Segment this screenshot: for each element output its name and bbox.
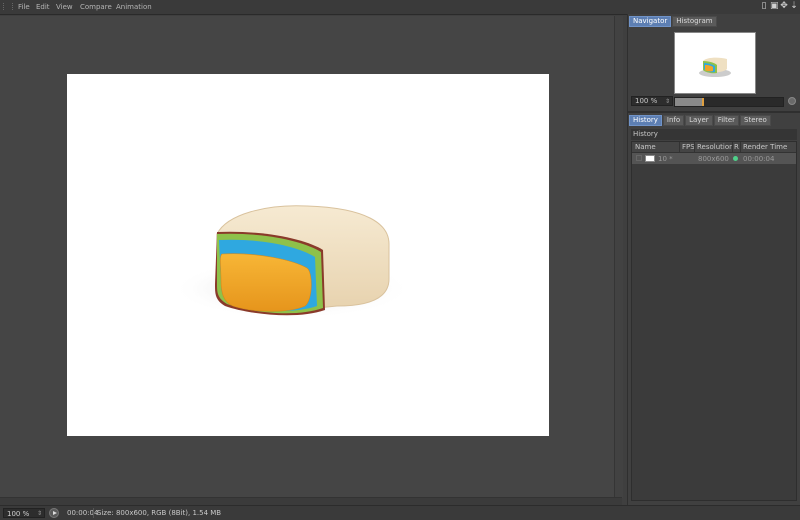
- column-fps[interactable]: FPS: [682, 143, 695, 151]
- move-icon[interactable]: ✥: [780, 1, 788, 12]
- tab-info[interactable]: Info: [662, 115, 685, 126]
- column-separator: [740, 142, 741, 152]
- navigator-zoom-slider[interactable]: [674, 97, 784, 107]
- top-icon-group: ▯ ▣ ✥ ⇣: [760, 1, 798, 13]
- status-bar: 100 % ⇕ 00:00:04 Size: 800x600, RGB (8Bi…: [0, 505, 800, 520]
- zoom-dropdown[interactable]: 100 % ⇕: [3, 508, 45, 518]
- history-list: Name FPS Resolution R Render Time 10 * 8…: [631, 141, 797, 501]
- row-resolution: 800x600: [698, 155, 729, 163]
- column-resolution[interactable]: Resolution: [697, 143, 734, 151]
- tab-stereo[interactable]: Stereo: [740, 115, 771, 126]
- save-icon[interactable]: ▣: [770, 1, 779, 12]
- status-divider: [93, 508, 94, 518]
- menu-animation[interactable]: Animation: [116, 3, 152, 11]
- column-r[interactable]: R: [734, 143, 739, 151]
- navigator-thumbnail[interactable]: [674, 32, 756, 94]
- tab-histogram[interactable]: Histogram: [672, 16, 717, 27]
- navigator-tabbar: Navigator Histogram: [629, 16, 717, 27]
- menu-file[interactable]: File: [18, 3, 30, 11]
- menu-bar: File Edit View Compare Animation ▯ ▣ ✥ ⇣: [0, 0, 800, 15]
- status-image-info: Size: 800x600, RGB (8Bit), 1.54 MB: [97, 509, 222, 517]
- navigator-slider-handle[interactable]: [702, 98, 704, 106]
- tab-filter[interactable]: Filter: [713, 115, 740, 126]
- menu-compare[interactable]: Compare: [80, 3, 112, 11]
- navigator-slider-fill: [675, 98, 702, 106]
- navigator-thumbnail-svg: [699, 57, 731, 77]
- tab-layer[interactable]: Layer: [685, 115, 713, 126]
- rendered-object-svg: [172, 205, 412, 319]
- panel-divider[interactable]: [628, 111, 800, 113]
- navigator-zoom-value: 100 %: [635, 97, 658, 105]
- row-name: 10 *: [658, 155, 673, 163]
- column-separator: [694, 142, 695, 152]
- picture-viewer-viewport[interactable]: [0, 16, 621, 498]
- chevron-updown-icon: ⇕: [36, 510, 42, 517]
- menu-view[interactable]: View: [56, 3, 73, 11]
- rendered-image-canvas: [67, 74, 549, 436]
- zoom-value: 100 %: [7, 510, 30, 518]
- column-render-time[interactable]: Render Time: [743, 143, 787, 151]
- viewport-horizontal-scrollbar[interactable]: [0, 497, 622, 505]
- render-status-icon: [733, 156, 738, 161]
- right-panel: Navigator Histogram 100 % ⇕ History Info…: [627, 14, 800, 505]
- chevron-updown-icon: ⇕: [664, 98, 670, 105]
- menu-grip-icon[interactable]: [3, 3, 13, 10]
- history-row[interactable]: 10 * 800x600 00:00:04: [632, 153, 796, 164]
- row-render-time: 00:00:04: [743, 155, 775, 163]
- menu-edit[interactable]: Edit: [36, 3, 50, 11]
- column-name[interactable]: Name: [635, 143, 656, 151]
- tab-navigator[interactable]: Navigator: [629, 16, 672, 27]
- tab-history[interactable]: History: [629, 115, 662, 126]
- layout-icon[interactable]: ▯: [760, 1, 768, 12]
- pin-icon[interactable]: ⇣: [790, 1, 798, 12]
- column-separator: [732, 142, 733, 152]
- history-section-title: History: [631, 129, 797, 140]
- play-button[interactable]: [49, 508, 59, 518]
- viewport-vertical-scrollbar[interactable]: [614, 16, 623, 498]
- navigator-zoom-dropdown[interactable]: 100 % ⇕: [631, 96, 673, 106]
- history-column-header: Name FPS Resolution R Render Time: [632, 142, 796, 153]
- history-tabbar: History Info Layer Filter Stereo: [629, 115, 771, 126]
- navigator-options-button[interactable]: [788, 97, 796, 105]
- row-checkbox[interactable]: [636, 155, 642, 161]
- row-thumbnail: [645, 155, 655, 162]
- column-separator: [679, 142, 680, 152]
